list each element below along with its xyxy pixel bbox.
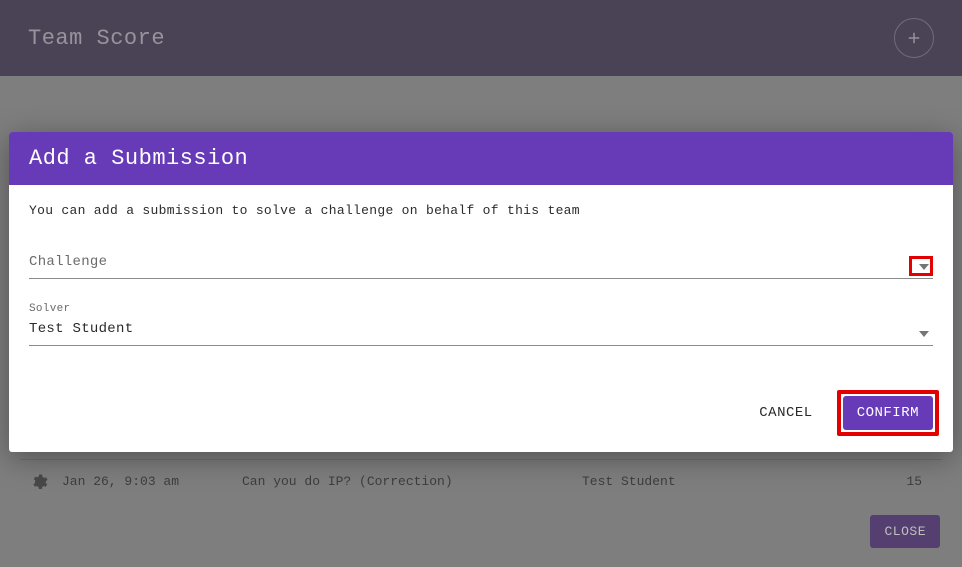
modal-actions: CANCEL CONFIRM (9, 376, 953, 452)
challenge-select[interactable]: Challenge (29, 252, 933, 279)
modal-title: Add a Submission (9, 132, 953, 185)
highlight-confirm: CONFIRM (837, 390, 939, 436)
chevron-down-icon (919, 264, 929, 270)
cancel-button[interactable]: CANCEL (751, 397, 820, 429)
challenge-select-label: Challenge (29, 252, 933, 272)
add-submission-modal: Add a Submission You can add a submissio… (9, 132, 953, 452)
solver-select-value: Test Student (29, 319, 933, 339)
chevron-down-icon (919, 331, 929, 337)
solver-select-label: Solver (29, 303, 933, 315)
solver-select[interactable]: Solver Test Student (29, 303, 933, 346)
confirm-button[interactable]: CONFIRM (843, 396, 933, 430)
modal-body: You can add a submission to solve a chal… (9, 185, 953, 376)
modal-intro-text: You can add a submission to solve a chal… (29, 203, 933, 218)
